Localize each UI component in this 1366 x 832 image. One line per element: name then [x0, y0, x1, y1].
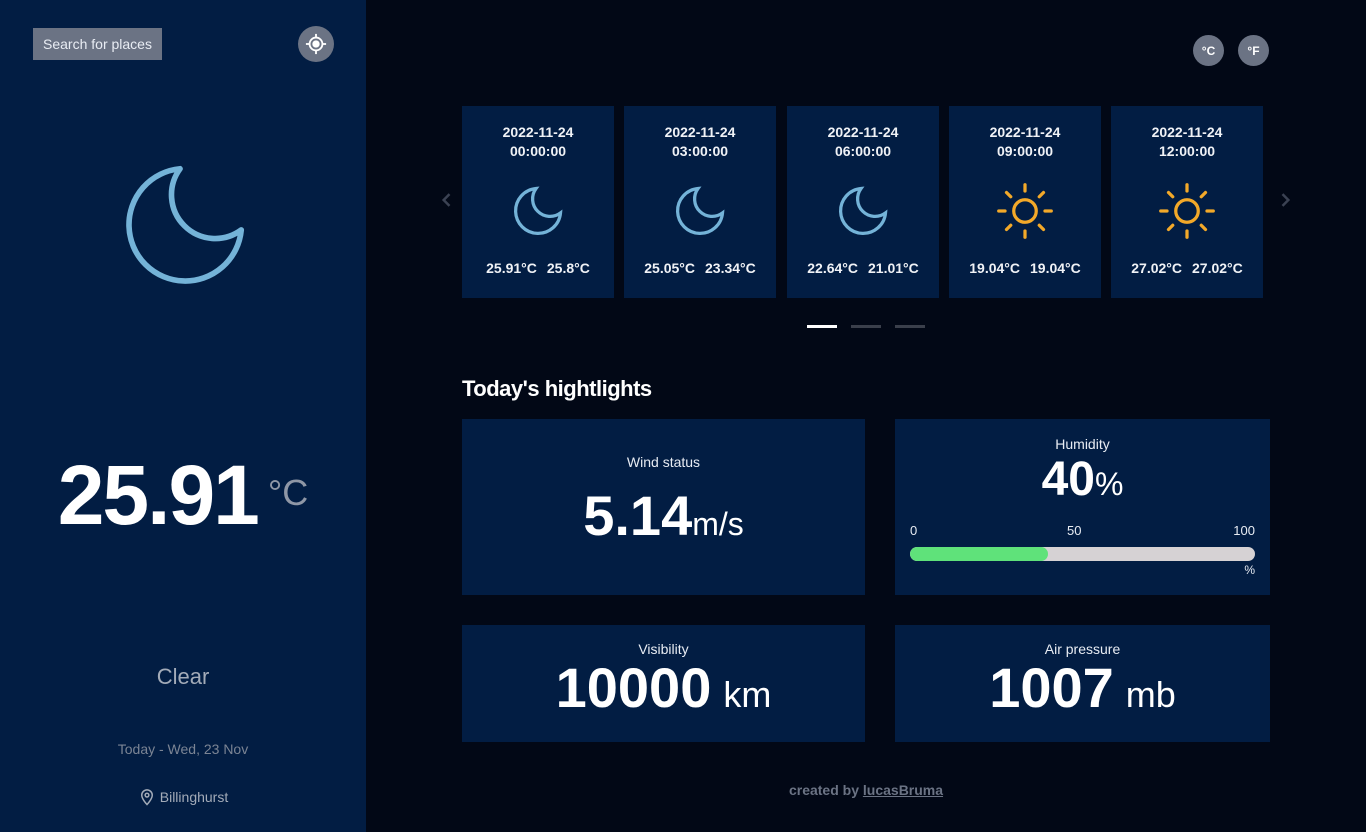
forecast-card: 2022-11-24 03:00:00 25.05°C 23.34°C	[624, 106, 776, 298]
location: Billinghurst	[0, 787, 366, 807]
highlights-title: Today's hightlights	[462, 376, 652, 401]
forecast-temp-min: 23.34°C	[705, 260, 756, 276]
visibility-unit: km	[723, 674, 772, 715]
forecast-date: 2022-11-24	[664, 124, 736, 140]
pressure-value: 1007	[989, 656, 1114, 719]
visibility-card: Visibility 10000 km	[462, 625, 865, 742]
humidity-value: 40	[1041, 453, 1095, 506]
wind-unit: m/s	[692, 506, 744, 542]
forecast-time: 00:00:00	[509, 143, 567, 159]
forecast-time: 12:00:00	[1158, 143, 1216, 159]
fahrenheit-button[interactable]: °F	[1238, 35, 1269, 66]
carousel-prev-button[interactable]	[437, 190, 457, 210]
chevron-right-icon	[1281, 193, 1291, 207]
temperature-value: 25.91	[57, 448, 260, 542]
sidebar: Search for places 25.91 °C Clear Today -…	[0, 0, 366, 832]
carousel-dot-2[interactable]	[851, 325, 881, 328]
forecast-time: 09:00:00	[996, 143, 1054, 159]
humidity-label: Humidity	[1055, 436, 1110, 452]
moon-icon	[676, 186, 725, 235]
pressure-label: Air pressure	[1044, 641, 1121, 657]
forecast-temp-min: 27.02°C	[1192, 260, 1243, 276]
forecast-date: 2022-11-24	[1151, 124, 1223, 140]
forecast-temp-min: 21.01°C	[868, 260, 919, 276]
forecast-temp-min: 25.8°C	[546, 260, 590, 276]
footer-prefix: created by	[788, 782, 859, 798]
carousel-dot-1[interactable]	[807, 325, 837, 328]
moon-icon	[839, 186, 888, 235]
wind-label: Wind status	[626, 454, 701, 470]
forecast-date: 2022-11-24	[827, 124, 899, 140]
carousel-next-button[interactable]	[1275, 190, 1295, 210]
weather-condition: Clear	[156, 664, 210, 689]
sun-icon	[1159, 183, 1215, 239]
humidity-progress: 0 50 100 %	[910, 523, 1255, 577]
forecast-card: 2022-11-24 06:00:00 22.64°C 21.01°C	[787, 106, 939, 298]
current-date: Today - Wed, 23 Nov	[117, 741, 249, 757]
forecast-temp-max: 27.02°C	[1131, 260, 1182, 276]
visibility-value: 10000	[555, 656, 712, 719]
crosshair-icon	[305, 33, 327, 55]
location-name: Billinghurst	[159, 789, 229, 805]
forecast-card: 2022-11-24 12:00:00 27.02°C 27.02°C	[1111, 106, 1263, 298]
visibility-label: Visibility	[638, 641, 689, 657]
forecast-time: 06:00:00	[834, 143, 892, 159]
wind-status-card: Wind status 5.14m/s	[462, 419, 865, 595]
forecast-date: 2022-11-24	[502, 124, 574, 140]
carousel-dot-3[interactable]	[895, 325, 925, 328]
author-link[interactable]: lucasBruma	[863, 782, 943, 798]
humidity-card: Humidity 40% 0 50 100 %	[895, 419, 1270, 595]
location-pin-icon	[140, 789, 153, 806]
forecast-temp-min: 19.04°C	[1030, 260, 1081, 276]
sun-icon	[997, 183, 1053, 239]
forecast-temp-max: 25.05°C	[644, 260, 695, 276]
forecast-card: 2022-11-24 00:00:00 25.91°C 25.8°C	[462, 106, 614, 298]
footer: created by lucasBruma	[462, 782, 1270, 798]
forecast-time: 03:00:00	[671, 143, 729, 159]
forecast-date: 2022-11-24	[989, 124, 1061, 140]
air-pressure-card: Air pressure 1007 mb	[895, 625, 1270, 742]
scale-unit: %	[1244, 563, 1255, 577]
humidity-unit: %	[1094, 466, 1124, 502]
progress-track	[910, 547, 1255, 561]
wind-value: 5.14	[583, 484, 693, 547]
celsius-button[interactable]: °C	[1193, 35, 1224, 66]
current-location-button[interactable]	[298, 26, 334, 62]
temperature-unit: °C	[267, 472, 309, 513]
forecast-temp-max: 22.64°C	[807, 260, 858, 276]
moon-icon	[126, 165, 245, 284]
scale-min: 0	[910, 523, 918, 538]
pressure-unit: mb	[1125, 674, 1176, 715]
chevron-left-icon	[441, 193, 451, 207]
forecast-card: 2022-11-24 09:00:00 19.04°C 19.04°C	[949, 106, 1101, 298]
scale-max: 100	[1233, 523, 1255, 538]
current-temperature: 25.91 °C	[0, 450, 366, 540]
forecast-temp-max: 25.91°C	[486, 260, 537, 276]
forecast-temp-max: 19.04°C	[969, 260, 1020, 276]
moon-icon	[514, 186, 563, 235]
scale-mid: 50	[1067, 523, 1082, 538]
progress-fill	[910, 547, 1048, 561]
search-places-button[interactable]: Search for places	[33, 28, 162, 60]
